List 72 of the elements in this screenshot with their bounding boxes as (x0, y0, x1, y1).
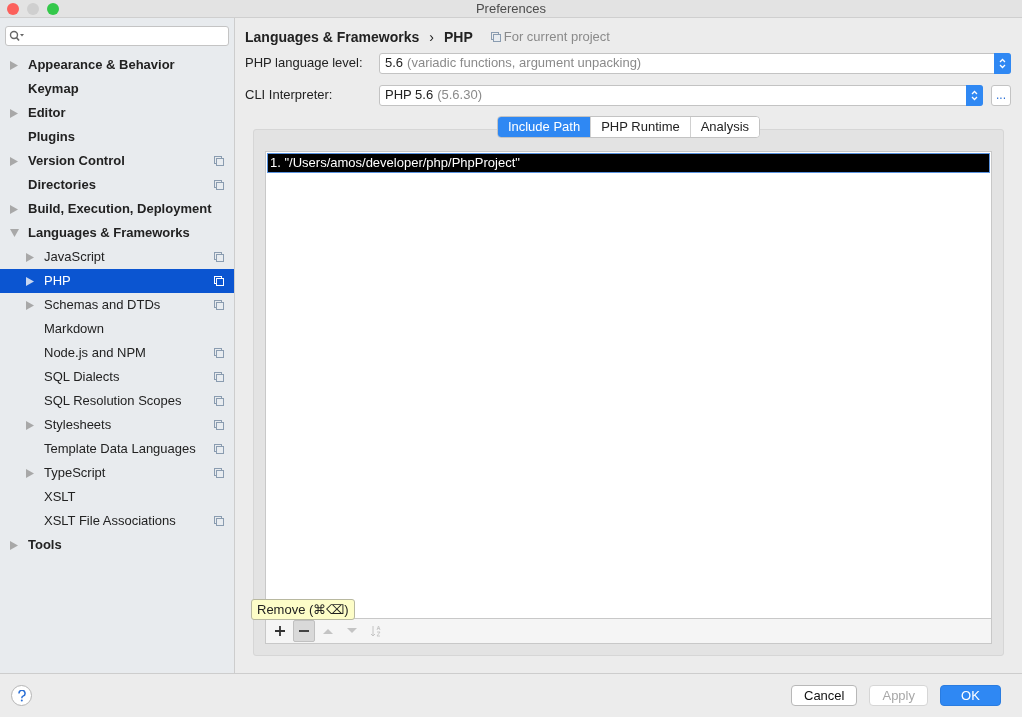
copy-icon (214, 252, 224, 262)
minus-button[interactable] (293, 620, 315, 642)
sidebar-item[interactable]: Build, Execution, Deployment (0, 197, 234, 221)
copy-icon (214, 396, 224, 406)
tab[interactable]: Include Path (497, 117, 591, 137)
copy-icon (214, 276, 224, 286)
copy-icon (214, 348, 224, 358)
sidebar-item[interactable]: SQL Dialects (0, 365, 234, 389)
dialog-button[interactable]: Cancel (791, 685, 858, 706)
sidebar-item[interactable]: XSLT (0, 485, 234, 509)
sidebar-item[interactable]: Editor (0, 101, 234, 125)
sidebar-item[interactable]: Directories (0, 173, 234, 197)
dropdown[interactable]: PHP 5.6 (5.6.30) (379, 84, 983, 106)
tab[interactable]: Analysis (689, 117, 760, 137)
collapse-arrow-icon[interactable] (10, 229, 19, 237)
breadcrumb-current: PHP (443, 27, 473, 47)
search-field[interactable] (5, 26, 229, 46)
copy-icon (490, 32, 501, 42)
copy-icon (214, 444, 224, 454)
expand-arrow-icon[interactable] (26, 252, 34, 262)
stepper-icon (971, 89, 978, 101)
help-icon (17, 689, 26, 702)
expand-arrow-icon[interactable] (10, 156, 18, 166)
copy-icon (214, 180, 224, 190)
sidebar-item[interactable]: Plugins (0, 125, 234, 149)
stepper-icon (999, 57, 1006, 69)
sidebar-item[interactable]: PHP (0, 269, 234, 293)
field-label: PHP language level: (245, 54, 364, 73)
scope-label: For current project (503, 28, 610, 47)
sidebar-item[interactable]: Node.js and NPM (0, 341, 234, 365)
window-title: Preferences (475, 0, 547, 18)
copy-icon (214, 156, 224, 166)
close-icon[interactable] (7, 3, 19, 15)
sidebar-item[interactable]: Markdown (0, 317, 234, 341)
help-button[interactable] (11, 685, 32, 706)
sidebar-item[interactable]: Stylesheets (0, 413, 234, 437)
expand-arrow-icon[interactable] (26, 420, 34, 430)
browse-button[interactable]: ... (991, 84, 1011, 106)
sidebar-item[interactable]: Appearance & Behavior (0, 53, 234, 77)
breadcrumb-link[interactable]: Languages & Frameworks (245, 26, 420, 48)
sidebar-item[interactable]: TypeScript (0, 461, 234, 485)
field-label: CLI Interpreter: (245, 86, 334, 105)
sidebar-item[interactable]: Tools (0, 533, 234, 557)
sidebar-item[interactable]: Keymap (0, 77, 234, 101)
sidebar-item[interactable]: Template Data Languages (0, 437, 234, 461)
plus-icon (274, 625, 286, 637)
sidebar-item[interactable]: XSLT File Associations (0, 509, 234, 533)
breadcrumb-separator: › (429, 27, 434, 47)
expand-arrow-icon[interactable] (26, 468, 34, 478)
sidebar-item[interactable]: JavaScript (0, 245, 234, 269)
list-row[interactable]: 1. "/Users/amos/developer/php/PhpProject" (267, 153, 990, 173)
sort-icon (370, 625, 382, 637)
copy-icon (214, 300, 224, 310)
copy-icon (214, 468, 224, 478)
zoom-icon[interactable] (47, 3, 59, 15)
sidebar-item[interactable]: SQL Resolution Scopes (0, 389, 234, 413)
copy-icon (214, 516, 224, 526)
dropdown[interactable]: 5.6 (variadic functions, argument unpacking) (379, 52, 1011, 74)
expand-arrow-icon[interactable] (10, 204, 18, 214)
dialog-button[interactable]: OK (940, 685, 1001, 706)
expand-arrow-icon[interactable] (26, 276, 34, 286)
sidebar-item[interactable]: Version Control (0, 149, 234, 173)
sidebar-item[interactable]: Languages & Frameworks (0, 221, 234, 245)
tooltip: Remove (⌘⌫) (251, 599, 355, 620)
expand-arrow-icon[interactable] (26, 300, 34, 310)
sidebar-item[interactable]: Schemas and DTDs (0, 293, 234, 317)
copy-icon (214, 372, 224, 382)
expand-arrow-icon[interactable] (10, 540, 18, 550)
expand-arrow-icon[interactable] (10, 60, 18, 70)
copy-icon (214, 420, 224, 430)
search-icon (9, 30, 25, 42)
expand-arrow-icon[interactable] (10, 108, 18, 118)
